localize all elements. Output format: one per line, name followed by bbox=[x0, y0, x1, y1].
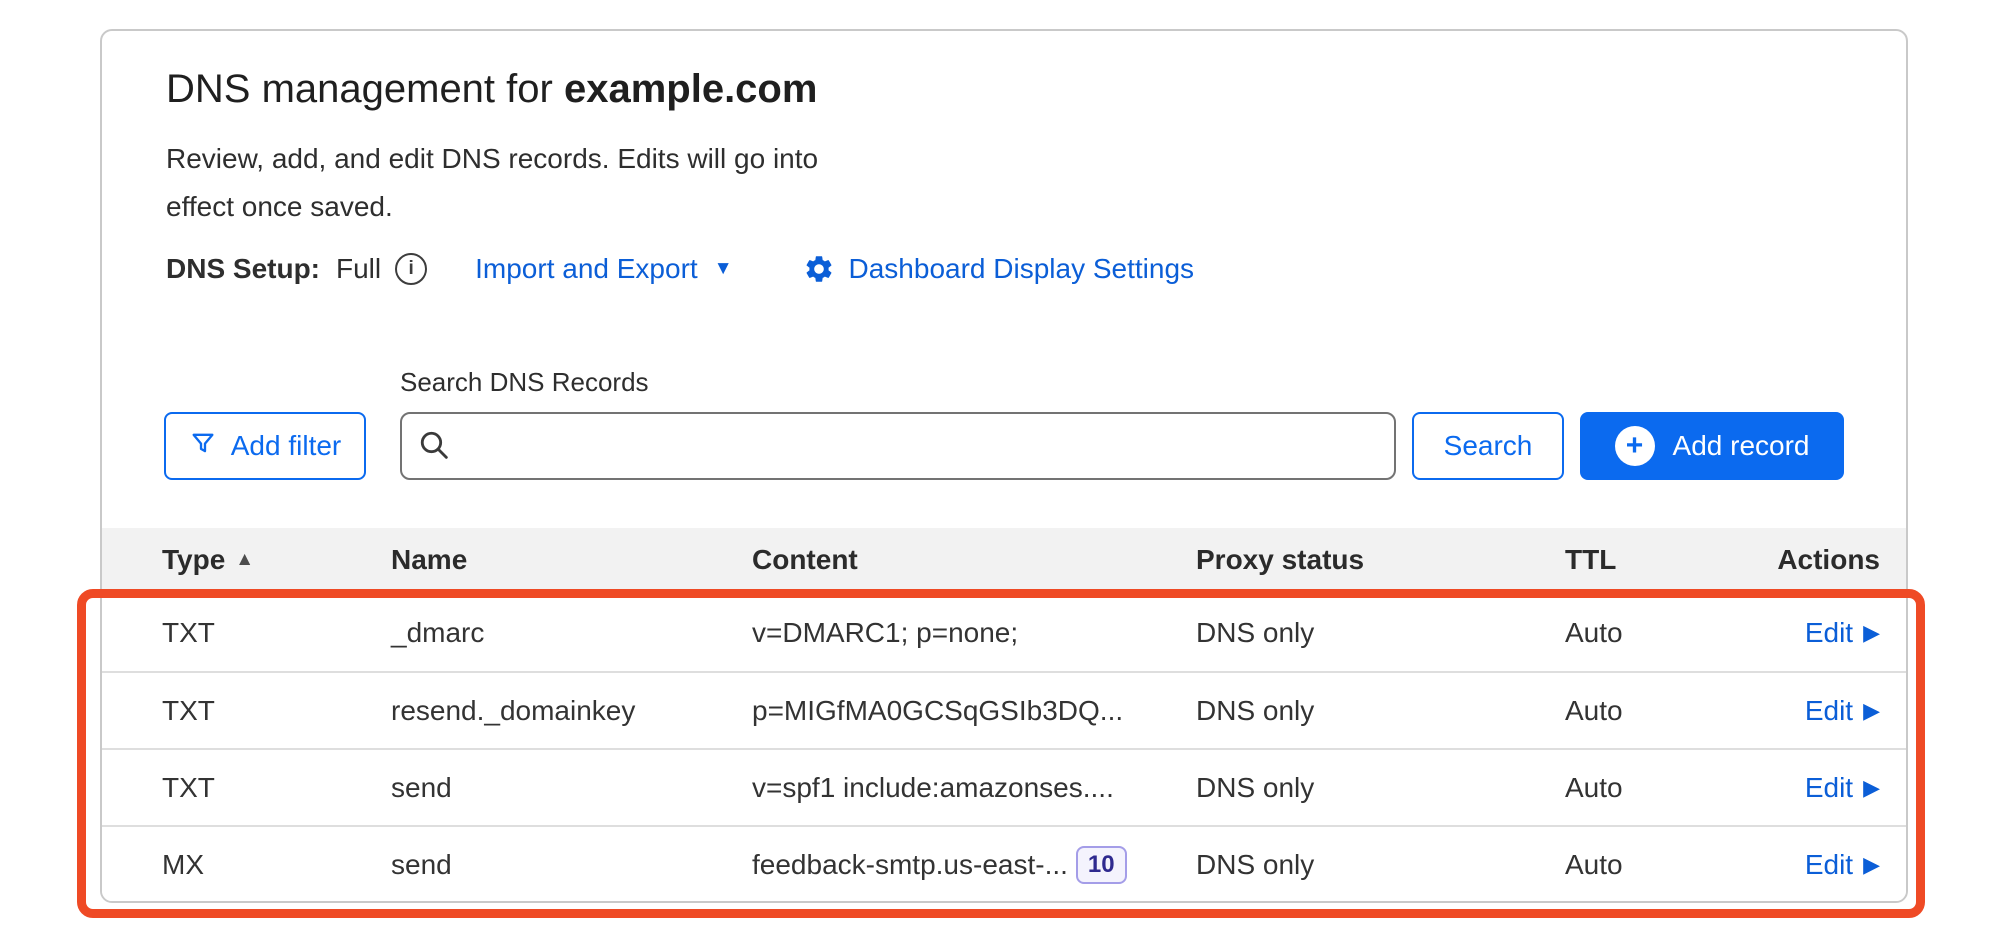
cell-type: TXT bbox=[102, 772, 391, 804]
edit-button[interactable]: Edit ▶ bbox=[1805, 695, 1880, 727]
edit-button[interactable]: Edit ▶ bbox=[1805, 772, 1880, 804]
page-title: DNS management for example.com bbox=[166, 67, 817, 112]
cell-ttl: Auto bbox=[1565, 695, 1765, 727]
dns-setup-label: DNS Setup: bbox=[166, 253, 320, 285]
info-icon[interactable]: i bbox=[395, 253, 427, 285]
dashboard-display-settings-link[interactable]: Dashboard Display Settings bbox=[849, 253, 1195, 285]
cell-name: send bbox=[391, 772, 752, 804]
plus-circle-icon: + bbox=[1615, 426, 1655, 466]
edit-caret-icon: ▶ bbox=[1863, 852, 1880, 878]
edit-button[interactable]: Edit ▶ bbox=[1805, 849, 1880, 881]
edit-caret-icon: ▶ bbox=[1863, 620, 1880, 646]
column-header-content[interactable]: Content bbox=[752, 544, 1196, 576]
dns-records-table: Type ▲ Name Content Proxy status TTL Act… bbox=[102, 528, 1906, 902]
page-subtitle: Review, add, and edit DNS records. Edits… bbox=[166, 135, 856, 231]
cell-type: TXT bbox=[102, 695, 391, 727]
dns-management-card: DNS management for example.com Review, a… bbox=[100, 29, 1908, 903]
table-row: TXT resend._domainkey p=MIGfMA0GCSqGSIb3… bbox=[102, 671, 1906, 748]
column-header-type[interactable]: Type ▲ bbox=[102, 544, 391, 576]
cell-proxy-status: DNS only bbox=[1196, 695, 1565, 727]
cell-ttl: Auto bbox=[1565, 772, 1765, 804]
cell-name: resend._domainkey bbox=[391, 695, 752, 727]
table-row: MX send feedback-smtp.us-east-... 10 DNS… bbox=[102, 825, 1906, 902]
column-header-name[interactable]: Name bbox=[391, 544, 752, 576]
cell-content: p=MIGfMA0GCSqGSIb3DQ... bbox=[752, 695, 1196, 727]
cell-name: send bbox=[391, 849, 752, 881]
gear-icon bbox=[803, 253, 835, 285]
table-header-row: Type ▲ Name Content Proxy status TTL Act… bbox=[102, 528, 1906, 594]
priority-badge: 10 bbox=[1076, 846, 1127, 884]
cell-content: v=spf1 include:amazonses.... bbox=[752, 772, 1196, 804]
cell-proxy-status: DNS only bbox=[1196, 849, 1565, 881]
chevron-down-icon: ▼ bbox=[714, 258, 733, 280]
search-label: Search DNS Records bbox=[400, 367, 649, 398]
column-header-ttl[interactable]: TTL bbox=[1565, 544, 1765, 576]
table-row: TXT _dmarc v=DMARC1; p=none; DNS only Au… bbox=[102, 594, 1906, 671]
page-title-prefix: DNS management for bbox=[166, 67, 553, 111]
cell-ttl: Auto bbox=[1565, 617, 1765, 649]
filter-funnel-icon bbox=[189, 429, 217, 464]
edit-button[interactable]: Edit ▶ bbox=[1805, 617, 1880, 649]
search-input[interactable] bbox=[400, 412, 1396, 480]
dns-setup-value: Full bbox=[336, 253, 381, 285]
dns-setup-row: DNS Setup: Full i Import and Export ▼ Da… bbox=[166, 253, 1194, 285]
import-export-label: Import and Export bbox=[475, 253, 698, 285]
edit-caret-icon: ▶ bbox=[1863, 775, 1880, 801]
cell-type: MX bbox=[102, 849, 391, 881]
sort-asc-icon: ▲ bbox=[235, 549, 254, 571]
cell-ttl: Auto bbox=[1565, 849, 1765, 881]
search-button[interactable]: Search bbox=[1412, 412, 1564, 480]
cell-type: TXT bbox=[102, 617, 391, 649]
cell-proxy-status: DNS only bbox=[1196, 617, 1565, 649]
cell-name: _dmarc bbox=[391, 617, 752, 649]
table-row: TXT send v=spf1 include:amazonses.... DN… bbox=[102, 748, 1906, 825]
add-record-label: Add record bbox=[1673, 430, 1810, 462]
add-record-button[interactable]: + Add record bbox=[1580, 412, 1844, 480]
search-field-wrap bbox=[400, 412, 1396, 480]
import-export-link[interactable]: Import and Export ▼ bbox=[475, 253, 732, 285]
cell-content: feedback-smtp.us-east-... 10 bbox=[752, 846, 1196, 884]
zone-name: example.com bbox=[564, 67, 817, 111]
cell-content: v=DMARC1; p=none; bbox=[752, 617, 1196, 649]
column-header-proxy-status[interactable]: Proxy status bbox=[1196, 544, 1565, 576]
add-filter-label: Add filter bbox=[231, 430, 342, 462]
edit-caret-icon: ▶ bbox=[1863, 698, 1880, 724]
cell-proxy-status: DNS only bbox=[1196, 772, 1565, 804]
add-filter-button[interactable]: Add filter bbox=[164, 412, 366, 480]
column-header-actions: Actions bbox=[1765, 544, 1906, 576]
